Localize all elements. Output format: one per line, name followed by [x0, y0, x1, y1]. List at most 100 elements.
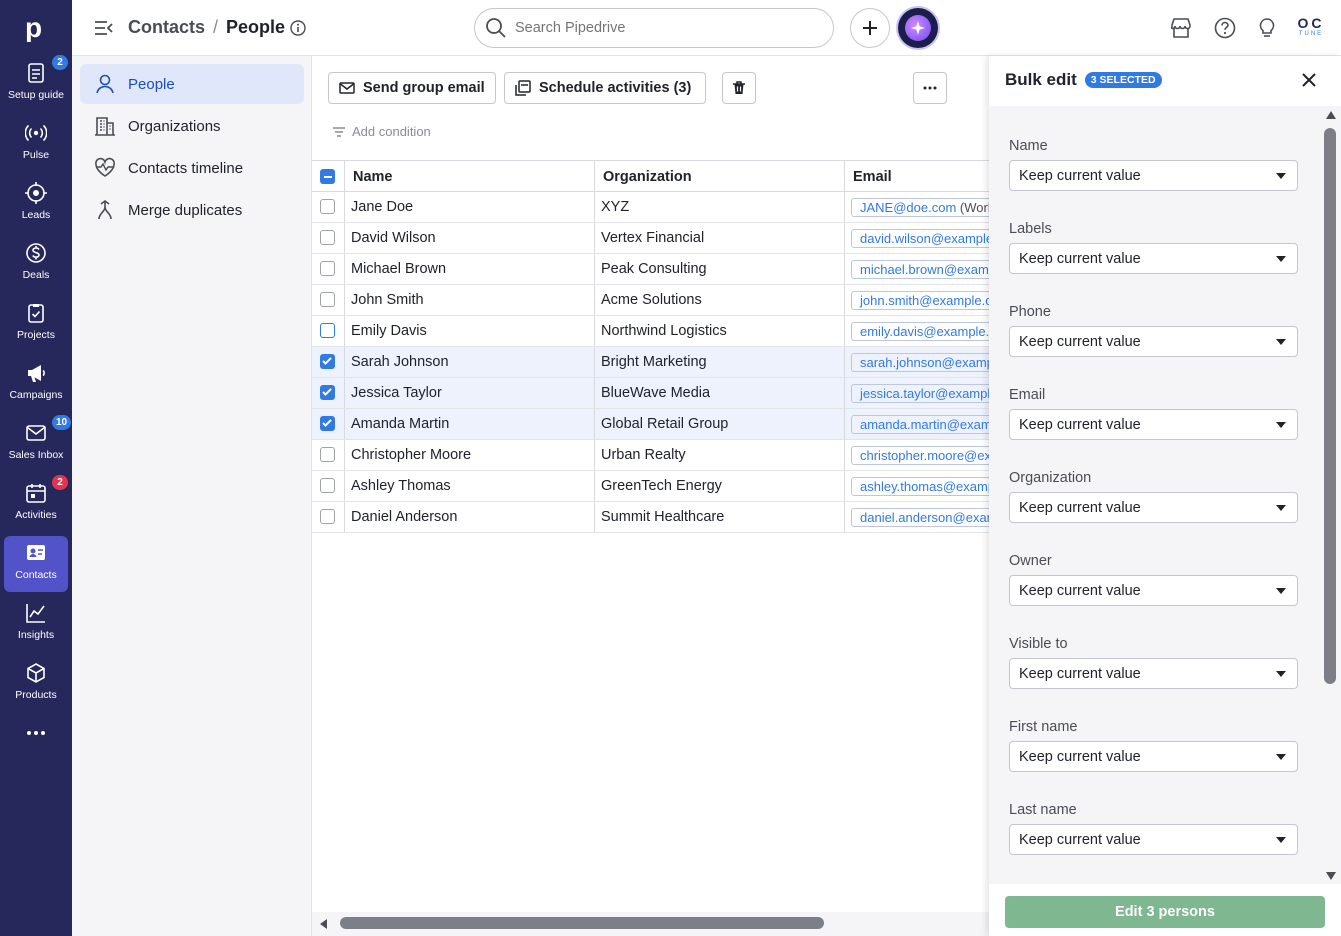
field-select-last-name[interactable]: Keep current value	[1009, 824, 1298, 855]
rail-item-projects[interactable]: Projects	[4, 296, 68, 352]
close-icon[interactable]	[1301, 72, 1317, 91]
field-select-name[interactable]: Keep current value	[1009, 160, 1298, 191]
search-bar[interactable]	[474, 8, 834, 48]
rail-item-pulse[interactable]: Pulse	[4, 116, 68, 172]
edit-persons-button[interactable]: Edit 3 persons	[1005, 896, 1325, 928]
row-checkbox[interactable]	[320, 261, 335, 276]
table-row[interactable]: Ashley Thomas GreenTech Energy ashley.thom…	[312, 471, 989, 502]
ai-assistant-button[interactable]	[898, 8, 938, 48]
email-link[interactable]: david.wilson@example	[851, 228, 989, 248]
organization-cell[interactable]: Northwind Logistics	[594, 316, 844, 346]
column-header-name[interactable]: Name	[344, 161, 594, 192]
vertical-scroll-thumb[interactable]	[1324, 128, 1336, 684]
account-avatar[interactable]: OC TUNE	[1294, 16, 1328, 40]
organization-cell[interactable]: Acme Solutions	[594, 285, 844, 315]
organization-cell[interactable]: XYZ	[594, 192, 844, 222]
organization-cell[interactable]: BlueWave Media	[594, 378, 844, 408]
rail-item-contacts[interactable]: Contacts	[4, 536, 68, 592]
person-name-cell[interactable]: Ashley Thomas	[344, 471, 594, 501]
table-row[interactable]: Jessica Taylor BlueWave Media jessica.tayl…	[312, 378, 989, 409]
row-checkbox[interactable]	[320, 323, 335, 338]
table-row[interactable]: John Smith Acme Solutions john.smith@examp…	[312, 285, 989, 316]
field-select-owner[interactable]: Keep current value	[1009, 575, 1298, 606]
person-name-cell[interactable]: Amanda Martin	[344, 409, 594, 439]
person-name-cell[interactable]: Emily Davis	[344, 316, 594, 346]
send-group-email-button[interactable]: Send group email	[328, 72, 496, 104]
lightbulb-icon[interactable]	[1256, 17, 1278, 42]
table-row[interactable]: Sarah Johnson Bright Marketing sarah.johns…	[312, 347, 989, 378]
table-row[interactable]: Jane DoeXYZ JANE@doe.com (Work	[312, 192, 989, 223]
row-checkbox[interactable]	[320, 385, 335, 400]
row-checkbox[interactable]	[320, 416, 335, 431]
rail-item-sales-inbox[interactable]: Sales Inbox 10	[4, 415, 72, 472]
rail-item-deals[interactable]: Deals	[4, 236, 68, 292]
column-header-email[interactable]: Email	[844, 161, 989, 192]
breadcrumb-contacts[interactable]: Contacts	[128, 17, 205, 38]
email-link[interactable]: john.smith@example.c	[851, 290, 989, 310]
table-row[interactable]: Amanda Martin Global Retail Group amanda.m…	[312, 409, 989, 440]
column-header-organization[interactable]: Organization	[594, 161, 844, 192]
select-all-checkbox[interactable]	[320, 169, 335, 184]
field-select-email[interactable]: Keep current value	[1009, 409, 1298, 440]
table-row[interactable]: Christopher Moore Urban Realty christopher…	[312, 440, 989, 471]
sidebar-item-merge-duplicates[interactable]: Merge duplicates	[80, 190, 304, 230]
email-link[interactable]: michael.brown@examp	[851, 259, 989, 279]
table-row[interactable]: David Wilson Vertex Financial david.wilson…	[312, 223, 989, 254]
more-actions-button[interactable]	[913, 72, 947, 104]
row-checkbox[interactable]	[320, 509, 335, 524]
more-menu-button[interactable]	[4, 714, 68, 770]
row-checkbox[interactable]	[320, 447, 335, 462]
person-name-cell[interactable]: John Smith	[344, 285, 594, 315]
row-checkbox[interactable]	[320, 354, 335, 369]
row-checkbox[interactable]	[320, 199, 335, 214]
schedule-activities-button[interactable]: Schedule activities (3)	[504, 72, 706, 104]
table-row[interactable]: Daniel Anderson Summit Healthcare daniel.a…	[312, 502, 989, 533]
organization-cell[interactable]: Urban Realty	[594, 440, 844, 470]
person-name-cell[interactable]: Michael Brown	[344, 254, 594, 284]
rail-item-activities[interactable]: Activities 2	[4, 475, 68, 532]
rail-item-setup-guide[interactable]: Setup guide 2	[4, 55, 68, 112]
person-name-cell[interactable]: David Wilson	[344, 223, 594, 253]
email-link[interactable]: amanda.martin@examp	[851, 414, 989, 434]
organization-cell[interactable]: Bright Marketing	[594, 347, 844, 377]
delete-button[interactable]	[722, 72, 756, 104]
field-select-first-name[interactable]: Keep current value	[1009, 741, 1298, 772]
field-select-phone[interactable]: Keep current value	[1009, 326, 1298, 357]
scroll-down-icon[interactable]	[1325, 871, 1337, 881]
rail-item-insights[interactable]: Insights	[4, 596, 68, 652]
person-name-cell[interactable]: Sarah Johnson	[344, 347, 594, 377]
organization-cell[interactable]: Vertex Financial	[594, 223, 844, 253]
help-icon[interactable]	[1214, 17, 1236, 42]
add-condition-button[interactable]: Add condition	[332, 124, 431, 139]
collapse-menu-icon[interactable]	[94, 18, 114, 38]
email-link[interactable]: sarah.johnson@examp	[851, 352, 989, 372]
organization-cell[interactable]: Summit Healthcare	[594, 502, 844, 532]
row-checkbox[interactable]	[320, 478, 335, 493]
table-row[interactable]: Emily Davis Northwind Logistics emily.davi…	[312, 316, 989, 347]
vertical-scrollbar[interactable]	[1321, 106, 1341, 884]
table-row[interactable]: Michael Brown Peak Consulting michael.brow…	[312, 254, 989, 285]
row-checkbox[interactable]	[320, 292, 335, 307]
sidebar-item-people[interactable]: People	[80, 64, 304, 104]
person-name-cell[interactable]: Jessica Taylor	[344, 378, 594, 408]
person-name-cell[interactable]: Jane Doe	[344, 192, 594, 222]
sidebar-item-organizations[interactable]: Organizations	[80, 106, 304, 146]
organization-cell[interactable]: GreenTech Energy	[594, 471, 844, 501]
email-link[interactable]: daniel.anderson@exam	[851, 507, 989, 527]
email-link[interactable]: JANE@doe.com (Work	[851, 197, 989, 217]
info-icon[interactable]	[290, 19, 306, 36]
field-select-organization[interactable]: Keep current value	[1009, 492, 1298, 523]
scroll-left-icon[interactable]	[318, 918, 330, 930]
email-link[interactable]: christopher.moore@ex	[851, 445, 989, 465]
horizontal-scrollbar[interactable]	[312, 912, 989, 936]
rail-item-products[interactable]: Products	[4, 656, 68, 712]
rail-item-leads[interactable]: Leads	[4, 176, 68, 232]
person-name-cell[interactable]: Christopher Moore	[344, 440, 594, 470]
row-checkbox[interactable]	[320, 230, 335, 245]
person-name-cell[interactable]: Daniel Anderson	[344, 502, 594, 532]
email-link[interactable]: jessica.taylor@example	[851, 383, 989, 403]
sidebar-item-contacts-timeline[interactable]: Contacts timeline	[80, 148, 304, 188]
email-link[interactable]: ashley.thomas@examp	[851, 476, 989, 496]
field-select-labels[interactable]: Keep current value	[1009, 243, 1298, 274]
field-select-visible-to[interactable]: Keep current value	[1009, 658, 1298, 689]
